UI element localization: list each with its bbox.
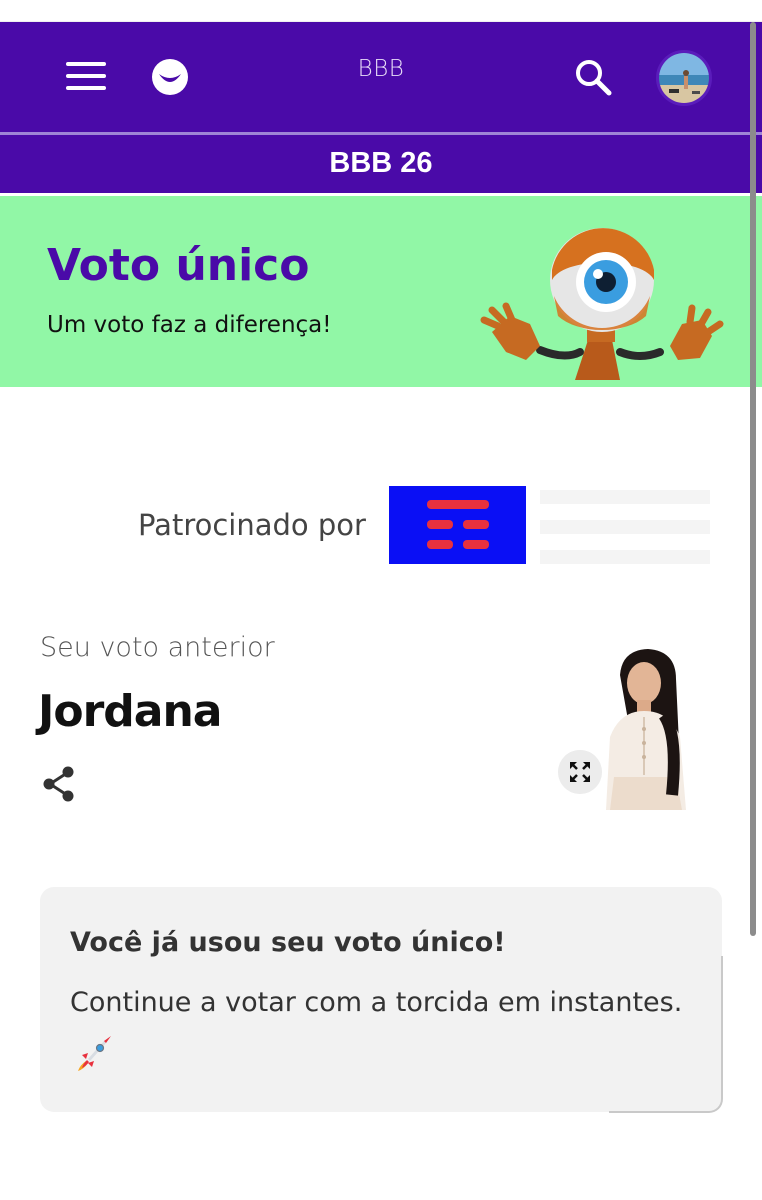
participant-photo bbox=[576, 645, 720, 810]
section-subnav: BBB 26 bbox=[0, 135, 762, 193]
notice-title: Você já usou seu voto único! bbox=[70, 927, 506, 958]
share-icon[interactable] bbox=[40, 764, 78, 804]
notice-body: Continue a votar com a torcida em instan… bbox=[70, 975, 690, 1087]
notice-body-text: Continue a votar com a torcida em instan… bbox=[70, 987, 683, 1018]
hero-subtitle: Um voto faz a diferença! bbox=[47, 312, 332, 338]
expand-icon[interactable] bbox=[558, 750, 602, 794]
page-scrollbar[interactable] bbox=[750, 22, 756, 936]
previous-vote-label: Seu voto anterior bbox=[40, 632, 275, 663]
rocket-icon bbox=[78, 1036, 111, 1071]
sponsor-watermark-icon bbox=[540, 490, 710, 564]
nav-title[interactable]: BBB bbox=[300, 56, 462, 82]
previous-vote-name: Jordana bbox=[38, 686, 223, 737]
hamburger-menu-icon[interactable] bbox=[64, 58, 108, 94]
vote-used-notice-card: Você já usou seu voto único! Continue a … bbox=[40, 887, 723, 1113]
big-brother-eye-mascot-icon bbox=[480, 228, 724, 380]
sponsor-logo-icon[interactable] bbox=[389, 486, 526, 564]
section-title[interactable]: BBB 26 bbox=[0, 147, 762, 180]
search-icon[interactable] bbox=[572, 56, 614, 98]
top-navigation-bar: BBB bbox=[0, 22, 762, 132]
hero-title: Voto único bbox=[47, 240, 310, 291]
sponsor-label: Patrocinado por bbox=[138, 508, 366, 542]
user-avatar-icon[interactable] bbox=[656, 50, 712, 106]
status-strip bbox=[0, 0, 762, 22]
globo-smile-logo-icon[interactable] bbox=[150, 57, 190, 97]
hero-banner: Voto único Um voto faz a diferença! bbox=[0, 196, 762, 387]
